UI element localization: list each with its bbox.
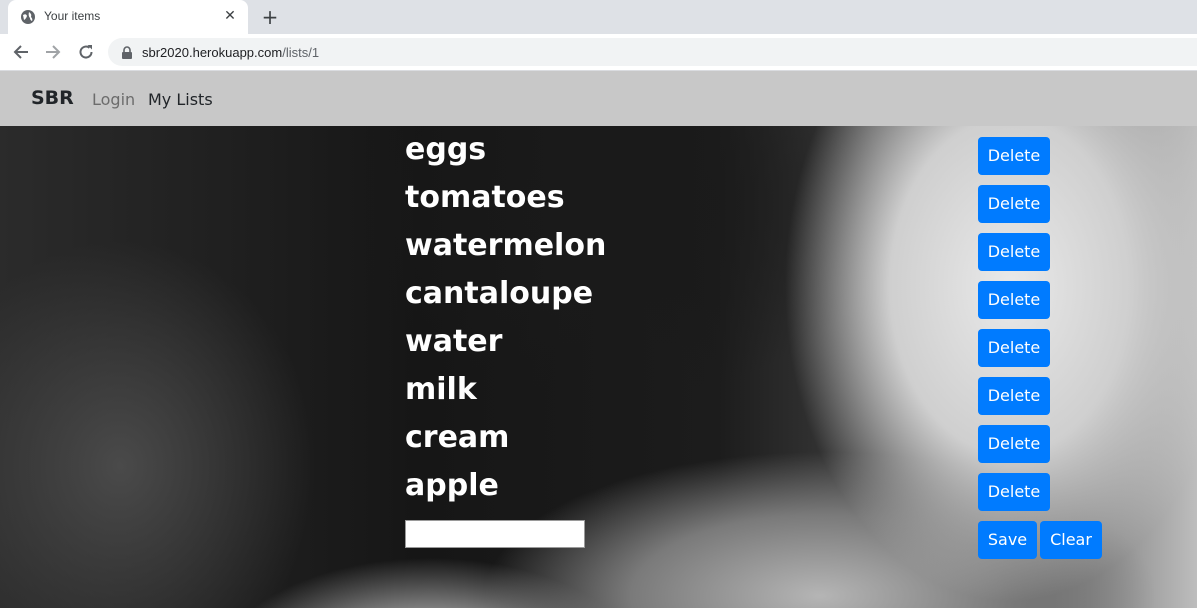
list-content: eggs Delete tomatoes Delete watermelon Delete…: [0, 126, 1197, 608]
brand-logo[interactable]: SBR: [31, 87, 74, 109]
close-icon[interactable]: ✕: [222, 8, 238, 24]
globe-icon: [20, 9, 36, 25]
list-item-label: eggs: [405, 132, 487, 167]
arrow-right-icon[interactable]: [41, 40, 65, 64]
save-button[interactable]: Save: [978, 521, 1037, 559]
delete-button[interactable]: Delete: [978, 137, 1050, 175]
delete-button[interactable]: Delete: [978, 377, 1050, 415]
url-text: sbr2020.herokuapp.com/lists/1: [142, 45, 319, 60]
clear-button[interactable]: Clear: [1040, 521, 1102, 559]
arrow-left-icon[interactable]: [9, 40, 33, 64]
list-item-label: cantaloupe: [405, 276, 594, 311]
address-bar[interactable]: sbr2020.herokuapp.com/lists/1: [108, 38, 1197, 66]
list-item-label: watermelon: [405, 228, 607, 263]
delete-button[interactable]: Delete: [978, 473, 1050, 511]
url-host: sbr2020.herokuapp.com: [142, 45, 283, 60]
browser-toolbar: sbr2020.herokuapp.com/lists/1: [0, 34, 1197, 71]
delete-button[interactable]: Delete: [978, 329, 1050, 367]
tab-title: Your items: [44, 9, 101, 23]
list-item-label: tomatoes: [405, 180, 565, 215]
list-item-label: apple: [405, 468, 499, 503]
url-path: /lists/1: [282, 45, 320, 60]
plus-icon[interactable]: +: [258, 5, 282, 29]
lock-icon: [120, 45, 134, 59]
list-item-label: cream: [405, 420, 510, 455]
list-item-label: water: [405, 324, 503, 359]
new-item-input[interactable]: [405, 520, 585, 548]
nav-link-login[interactable]: Login: [92, 90, 135, 109]
list-item-label: milk: [405, 372, 477, 407]
delete-button[interactable]: Delete: [978, 185, 1050, 223]
browser-tabstrip: Your items ✕ +: [0, 0, 1197, 34]
nav-link-my-lists[interactable]: My Lists: [148, 90, 213, 109]
site-navbar: SBR Login My Lists: [0, 71, 1197, 126]
delete-button[interactable]: Delete: [978, 281, 1050, 319]
delete-button[interactable]: Delete: [978, 425, 1050, 463]
reload-icon[interactable]: [74, 40, 98, 64]
delete-button[interactable]: Delete: [978, 233, 1050, 271]
browser-tab[interactable]: Your items ✕: [8, 0, 248, 34]
